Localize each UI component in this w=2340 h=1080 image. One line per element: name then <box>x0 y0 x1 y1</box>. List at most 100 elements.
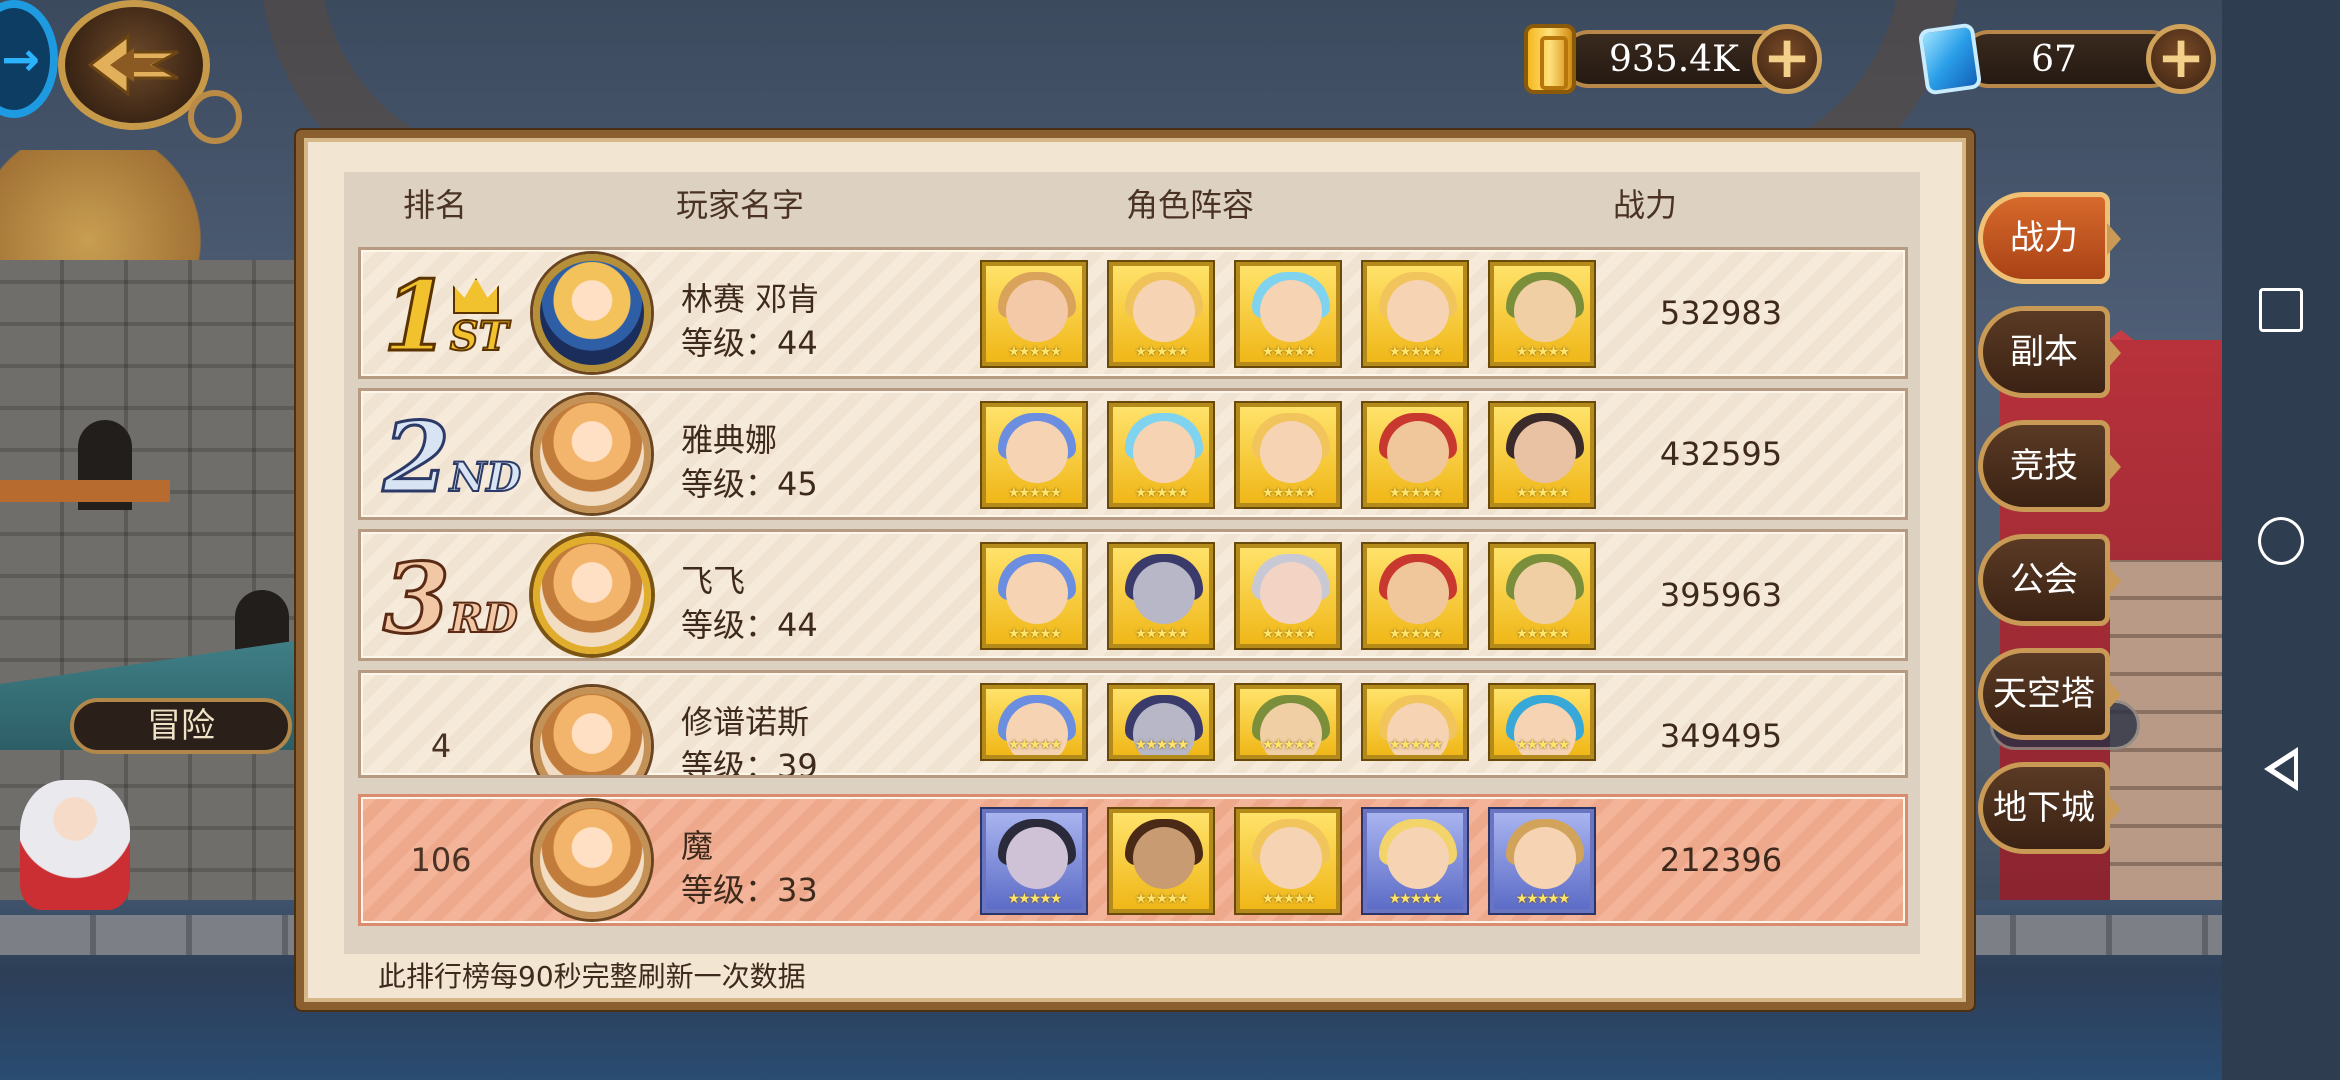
recent-apps-icon[interactable] <box>2258 287 2304 333</box>
hero-portrait[interactable]: ★★★★★ <box>1490 809 1594 913</box>
my-avatar[interactable] <box>533 801 651 919</box>
hero-portrait[interactable]: ★★★★★ <box>1109 544 1213 648</box>
player-level: 等级：44 <box>681 324 818 362</box>
hero-face <box>1514 421 1576 483</box>
hero-portrait[interactable]: ★★★★★ <box>1236 262 1340 366</box>
star-rating-icon: ★★★★★ <box>1515 737 1571 753</box>
star-rating-icon: ★★★★★ <box>1388 737 1444 753</box>
home-icon[interactable] <box>2258 518 2304 564</box>
my-player-name: 魔 <box>681 827 714 865</box>
back-arrow-icon <box>87 32 179 98</box>
star-rating-icon: ★★★★★ <box>1388 626 1444 642</box>
star-rating-icon: ★★★★★ <box>1515 891 1571 907</box>
hero-face <box>1006 827 1068 889</box>
hero-portrait[interactable]: ★★★★★ <box>982 544 1086 648</box>
hero-portrait[interactable]: ★★★★★ <box>1490 685 1594 759</box>
tab-power[interactable]: 战力 <box>1978 192 2121 284</box>
tab-arena[interactable]: 竞技 <box>1978 420 2121 512</box>
tab-sky-tower[interactable]: 天空塔 <box>1978 648 2121 740</box>
hero-portrait[interactable]: ★★★★★ <box>1236 403 1340 507</box>
player-name: 修谱诺斯 <box>681 703 810 741</box>
header-rank: 排名 <box>402 186 467 224</box>
star-rating-icon: ★★★★★ <box>1134 626 1190 642</box>
hero-portrait[interactable]: ★★★★★ <box>982 685 1086 759</box>
hero-portrait[interactable]: ★★★★★ <box>1363 403 1467 507</box>
player-power: 395963 <box>1659 576 1783 614</box>
hero-face <box>1133 562 1195 624</box>
hero-portrait[interactable]: ★★★★★ <box>982 262 1086 366</box>
hero-face <box>1387 280 1449 342</box>
hero-portrait[interactable]: ★★★★★ <box>1236 809 1340 913</box>
hero-portrait[interactable]: ★★★★★ <box>1109 403 1213 507</box>
hero-portrait[interactable]: ★★★★★ <box>1109 685 1213 759</box>
knight-character[interactable] <box>20 780 130 910</box>
hero-portrait[interactable]: ★★★★★ <box>1109 262 1213 366</box>
back-button[interactable] <box>58 0 210 130</box>
star-rating-icon: ★★★★★ <box>1134 485 1190 501</box>
star-rating-icon: ★★★★★ <box>1261 344 1317 360</box>
hero-portrait[interactable]: ★★★★★ <box>1363 544 1467 648</box>
player-power: 532983 <box>1659 294 1783 332</box>
gold-amount: 935.4K <box>1609 39 1739 80</box>
hero-portrait[interactable]: ★★★★★ <box>1363 685 1467 759</box>
avatar[interactable] <box>533 687 651 775</box>
hero-face <box>1006 562 1068 624</box>
hero-face <box>1514 280 1576 342</box>
hero-portrait[interactable]: ★★★★★ <box>1490 403 1594 507</box>
hero-portrait[interactable]: ★★★★★ <box>1363 809 1467 913</box>
star-rating-icon: ★★★★★ <box>1261 737 1317 753</box>
hero-portrait[interactable]: ★★★★★ <box>1363 262 1467 366</box>
player-power: 349495 <box>1659 717 1783 755</box>
hero-face <box>1260 562 1322 624</box>
hero-face <box>1133 280 1195 342</box>
hero-portrait[interactable]: ★★★★★ <box>1109 809 1213 913</box>
adventure-sign[interactable]: 冒险 <box>70 698 292 754</box>
hero-face <box>1387 827 1449 889</box>
hero-face <box>1260 827 1322 889</box>
star-rating-icon: ★★★★★ <box>1515 626 1571 642</box>
player-level: 等级：39 <box>681 747 818 778</box>
hero-face <box>1260 421 1322 483</box>
hero-portrait[interactable]: ★★★★★ <box>1490 544 1594 648</box>
hero-face <box>1006 421 1068 483</box>
hero-portrait[interactable]: ★★★★★ <box>1236 544 1340 648</box>
back-nav-icon[interactable] <box>2258 746 2304 792</box>
hero-portrait[interactable]: ★★★★★ <box>1236 685 1340 759</box>
star-rating-icon: ★★★★★ <box>1388 485 1444 501</box>
star-rating-icon: ★★★★★ <box>1388 891 1444 907</box>
hero-portrait[interactable]: ★★★★★ <box>982 809 1086 913</box>
tab-dungeon[interactable]: 副本 <box>1978 306 2121 398</box>
avatar[interactable] <box>533 536 651 654</box>
my-rank-number: 106 <box>410 841 472 879</box>
my-player-power: 212396 <box>1659 841 1783 879</box>
header-player-name: 玩家名字 <box>675 186 804 224</box>
hero-face <box>1387 562 1449 624</box>
star-rating-icon: ★★★★★ <box>1261 891 1317 907</box>
avatar[interactable] <box>533 254 651 372</box>
player-name: 飞飞 <box>681 562 746 600</box>
hero-face <box>1260 280 1322 342</box>
rank-badge-second: 2ND <box>382 400 523 516</box>
gem-amount: 67 <box>2031 39 2077 80</box>
star-rating-icon: ★★★★★ <box>1007 737 1063 753</box>
star-rating-icon: ★★★★★ <box>1007 485 1063 501</box>
refresh-note: 此排行榜每90秒完整刷新一次数据 <box>378 960 806 993</box>
star-rating-icon: ★★★★★ <box>1515 485 1571 501</box>
player-level: 等级：45 <box>681 465 818 503</box>
hero-portrait[interactable]: ★★★★★ <box>1490 262 1594 366</box>
rank-badge-third: 3RD <box>382 541 519 657</box>
player-name: 雅典娜 <box>681 421 778 459</box>
header-team: 角色阵容 <box>1125 186 1254 224</box>
header-power: 战力 <box>1612 186 1677 224</box>
add-gems-button[interactable]: + <box>2146 24 2216 94</box>
hero-portrait[interactable]: ★★★★★ <box>982 403 1086 507</box>
hero-face <box>1514 562 1576 624</box>
tab-underground-city[interactable]: 地下城 <box>1978 762 2121 854</box>
tab-guild[interactable]: 公会 <box>1978 534 2121 626</box>
avatar[interactable] <box>533 395 651 513</box>
hero-face <box>1133 827 1195 889</box>
star-rating-icon: ★★★★★ <box>1007 891 1063 907</box>
gem-icon <box>1917 22 1983 96</box>
add-gold-button[interactable]: + <box>1752 24 1822 94</box>
rank-number: 4 <box>430 727 452 765</box>
